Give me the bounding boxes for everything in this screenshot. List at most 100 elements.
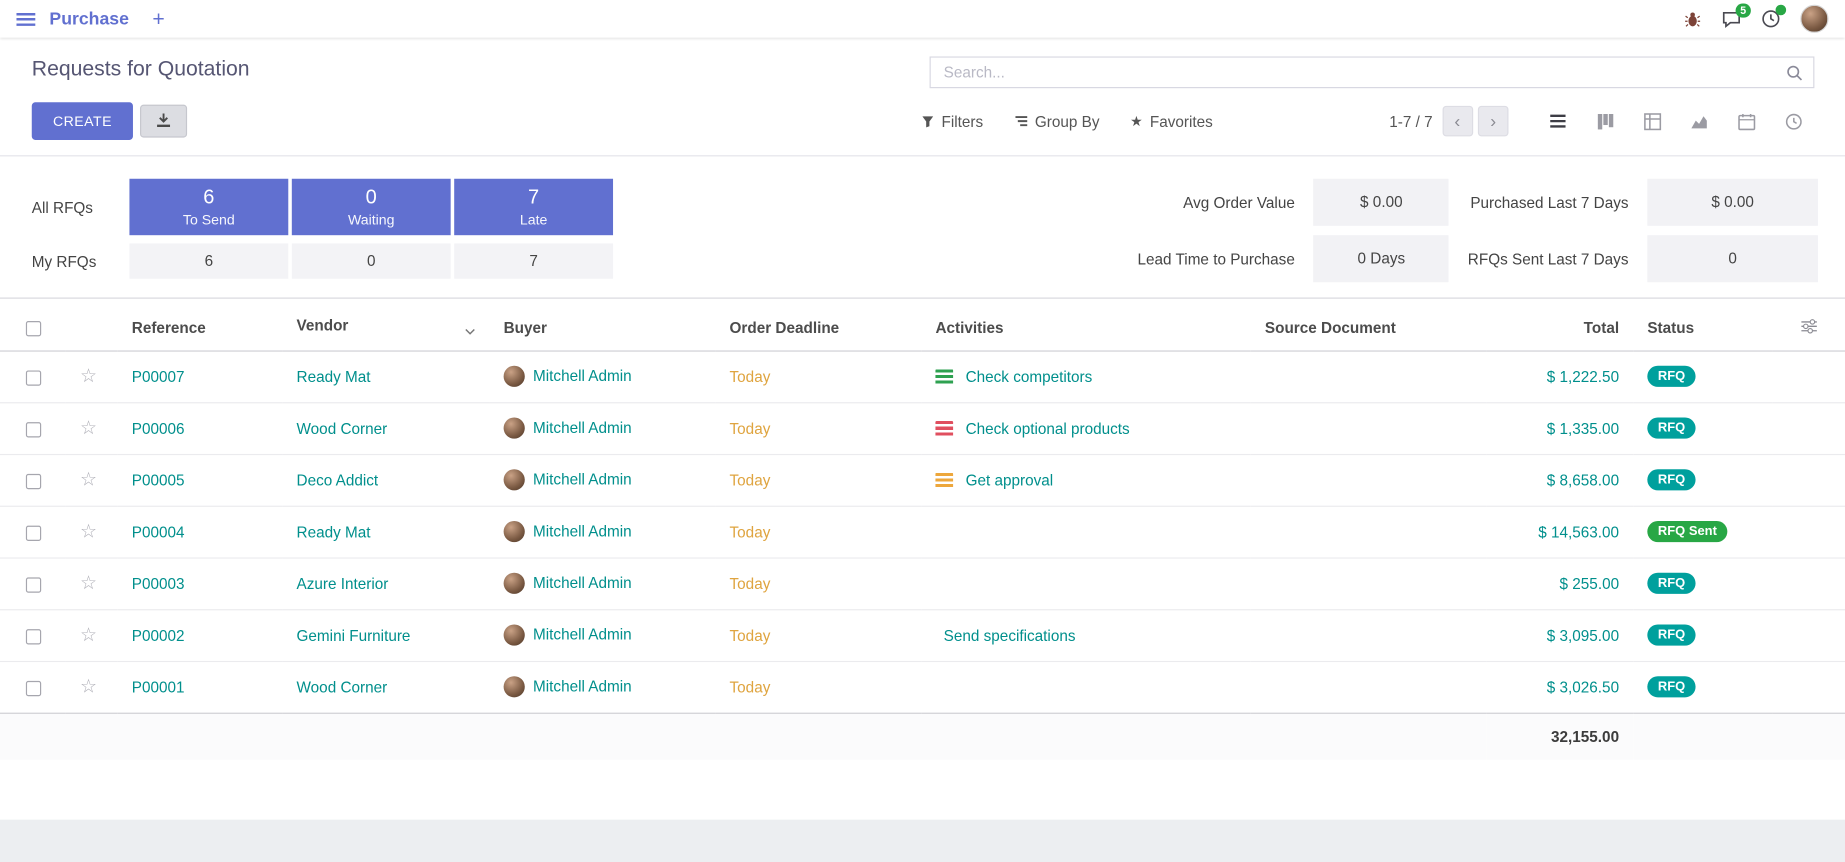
kanban-view-button[interactable]	[1581, 105, 1628, 138]
my-rfq-box[interactable]: 6	[129, 243, 288, 278]
kpi-value-box[interactable]: $ 0.00	[1647, 179, 1818, 226]
row-checkbox[interactable]	[25, 473, 40, 488]
activity-tasks-icon[interactable]	[935, 420, 953, 435]
graph-view-button[interactable]	[1676, 105, 1723, 138]
rfq-row[interactable]: ☆ P00002 Gemini Furniture Mitchell Admin…	[0, 609, 1845, 661]
vendor-name[interactable]: Azure Interior	[297, 574, 389, 592]
user-avatar[interactable]	[1800, 5, 1828, 33]
row-checkbox[interactable]	[25, 370, 40, 385]
source-document	[1251, 350, 1486, 402]
row-checkbox[interactable]	[25, 525, 40, 540]
reference-link[interactable]: P00006	[132, 419, 185, 437]
search-input[interactable]	[941, 62, 1786, 82]
app-name[interactable]: Purchase	[49, 9, 128, 29]
column-header-reference[interactable]: Reference	[118, 306, 283, 351]
optional-columns-toggle[interactable]	[1772, 306, 1845, 351]
column-header-activities[interactable]: Activities	[921, 306, 1250, 351]
buyer-name[interactable]: Mitchell Admin	[533, 626, 632, 644]
reference-link[interactable]: P00003	[132, 574, 185, 592]
reference-link[interactable]: P00004	[132, 523, 185, 541]
reference-link[interactable]: P00002	[132, 626, 185, 644]
rfq-row[interactable]: ☆ P00001 Wood Corner Mitchell Admin Toda…	[0, 661, 1845, 713]
buyer-name[interactable]: Mitchell Admin	[533, 522, 632, 540]
vendor-name[interactable]: Wood Corner	[297, 678, 388, 696]
buyer-name[interactable]: Mitchell Admin	[533, 574, 632, 592]
row-checkbox[interactable]	[25, 422, 40, 437]
column-header-total[interactable]: Total	[1486, 306, 1633, 351]
search-box[interactable]	[930, 56, 1815, 88]
activities-clock-icon[interactable]	[1761, 9, 1780, 28]
reference-header-label: Reference	[132, 319, 206, 337]
row-checkbox[interactable]	[25, 577, 40, 592]
rfq-row[interactable]: ☆ P00005 Deco Addict Mitchell Admin Toda…	[0, 454, 1845, 506]
column-header-status[interactable]: Status	[1633, 306, 1772, 351]
reference-link[interactable]: P00005	[132, 471, 185, 489]
buyer-name[interactable]: Mitchell Admin	[533, 419, 632, 437]
activity-label[interactable]: Send specifications	[944, 626, 1076, 644]
vendor-name[interactable]: Ready Mat	[297, 523, 371, 541]
row-total: $ 8,658.00	[1547, 471, 1619, 489]
buyer-name[interactable]: Mitchell Admin	[533, 677, 632, 695]
activity-label[interactable]: Check competitors	[966, 368, 1093, 386]
vendor-name[interactable]: Wood Corner	[297, 419, 388, 437]
row-checkbox[interactable]	[25, 629, 40, 644]
buyer-name[interactable]: Mitchell Admin	[533, 367, 632, 385]
apps-menu-icon[interactable]	[16, 12, 35, 25]
activity-label[interactable]: Get approval	[966, 471, 1054, 489]
messages-icon[interactable]: 5	[1721, 10, 1741, 28]
order-deadline: Today	[730, 419, 771, 437]
list-view-button[interactable]	[1534, 105, 1581, 138]
my-rfq-box[interactable]: 7	[454, 243, 613, 278]
export-button[interactable]	[140, 105, 187, 138]
favorite-star-icon[interactable]: ☆	[80, 470, 97, 490]
vendor-name[interactable]: Ready Mat	[297, 368, 371, 386]
rfq-stat-box[interactable]: 6To Send	[129, 179, 288, 235]
favorite-star-icon[interactable]: ☆	[80, 367, 97, 387]
kpi-value-box[interactable]: 0	[1647, 235, 1818, 282]
rfq-stat-box[interactable]: 0Waiting	[292, 179, 451, 235]
search-icon[interactable]	[1786, 64, 1802, 80]
reference-link[interactable]: P00001	[132, 678, 185, 696]
debug-bug-icon[interactable]	[1684, 10, 1702, 28]
reference-link[interactable]: P00007	[132, 368, 185, 386]
create-button[interactable]: CREATE	[32, 102, 133, 140]
rfq-row[interactable]: ☆ P00003 Azure Interior Mitchell Admin T…	[0, 557, 1845, 609]
column-header-buyer[interactable]: Buyer	[489, 306, 715, 351]
kpi-value-box[interactable]: $ 0.00	[1314, 179, 1449, 226]
pager-next-button[interactable]: ›	[1478, 106, 1509, 137]
group-by-button[interactable]: Group By	[1014, 112, 1100, 130]
source-document	[1251, 402, 1486, 454]
favorites-button[interactable]: ★ Favorites	[1130, 112, 1213, 130]
favorite-star-icon[interactable]: ☆	[80, 419, 97, 439]
rfq-row[interactable]: ☆ P00004 Ready Mat Mitchell Admin Today …	[0, 506, 1845, 558]
row-checkbox[interactable]	[25, 680, 40, 695]
calendar-view-button[interactable]	[1723, 105, 1770, 138]
column-header-source-document[interactable]: Source Document	[1251, 306, 1486, 351]
kpi-value-box[interactable]: 0 Days	[1314, 235, 1449, 282]
filters-button[interactable]: Filters	[921, 112, 983, 130]
favorite-star-icon[interactable]: ☆	[80, 626, 97, 646]
buyer-name[interactable]: Mitchell Admin	[533, 470, 632, 488]
favorite-star-icon[interactable]: ☆	[80, 677, 97, 697]
column-header-order-deadline[interactable]: Order Deadline	[715, 306, 921, 351]
my-rfq-box[interactable]: 0	[292, 243, 451, 278]
activity-tasks-icon[interactable]	[935, 369, 953, 384]
rfq-row[interactable]: ☆ P00007 Ready Mat Mitchell Admin Today …	[0, 350, 1845, 402]
favorite-star-icon[interactable]: ☆	[80, 522, 97, 542]
rfq-stat-box[interactable]: 7Late	[454, 179, 613, 235]
plus-icon[interactable]: +	[152, 8, 164, 29]
activity-tasks-icon[interactable]	[935, 472, 953, 487]
favorite-star-icon[interactable]: ☆	[80, 574, 97, 594]
pivot-view-button[interactable]	[1628, 105, 1675, 138]
rfq-row[interactable]: ☆ P00006 Wood Corner Mitchell Admin Toda…	[0, 402, 1845, 454]
vendor-name[interactable]: Deco Addict	[297, 471, 379, 489]
buyer-avatar	[504, 417, 525, 438]
pager-previous-button[interactable]: ‹	[1442, 106, 1473, 137]
activity-view-button[interactable]	[1770, 105, 1817, 138]
deadline-header-label: Order Deadline	[730, 319, 840, 337]
select-all-checkbox[interactable]	[25, 321, 40, 336]
vendor-header-label: Vendor	[297, 317, 349, 335]
column-header-vendor[interactable]: Vendor	[282, 306, 489, 351]
vendor-name[interactable]: Gemini Furniture	[297, 626, 411, 644]
activity-label[interactable]: Check optional products	[966, 419, 1130, 437]
